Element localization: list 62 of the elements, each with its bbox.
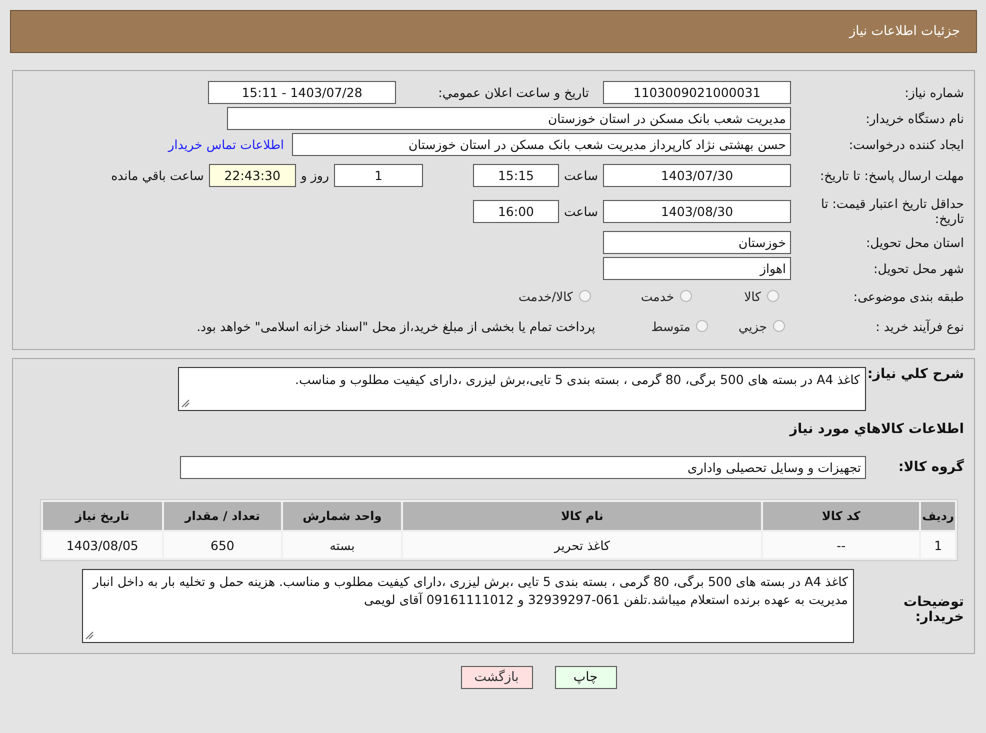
radio-button[interactable] [680, 290, 692, 302]
field-label: توضیحات خریدار: [902, 595, 965, 625]
radio-label: کالا/خدمت [518, 288, 573, 304]
field-label: حداقل تاریخ اعتبار قیمت: تا تاریخ: [820, 196, 965, 226]
text-field[interactable]: 1403/07/28 - 15:11 [208, 80, 396, 104]
field-label: ساعت [564, 168, 598, 182]
text-field[interactable]: 16:00 [472, 200, 559, 222]
table-cell: 650 [164, 532, 282, 558]
field-label: ایجاد کننده درخواست: [848, 136, 965, 152]
resize-grip-icon[interactable] [85, 631, 94, 640]
field-label: نام دستگاه خريدار: [864, 110, 965, 126]
text-field[interactable]: تجهیزات و وسایل تحصیلی واداری [180, 456, 866, 478]
resize-grip-icon[interactable] [181, 399, 190, 408]
process-note: پرداخت تمام یا بخشی از مبلغ خرید،از محل "اسناد خزانه اسلامی" خواهد بود. [196, 318, 596, 334]
radio-label: جزيي [738, 318, 767, 334]
radio-label: متوسط [651, 318, 690, 334]
field-label: ساعت باقي مانده [111, 168, 204, 182]
section-heading: اطلاعات کالاهاي مورد نیاز [790, 421, 965, 437]
column-header: نام کالا [403, 502, 762, 530]
text-field[interactable]: خوزستان [603, 230, 791, 254]
radio-button[interactable] [773, 320, 785, 332]
text-field[interactable]: 1403/08/30 [603, 200, 791, 222]
radio-label: کالا [744, 288, 761, 304]
field-label: طبقه بندی موضوعی: [852, 288, 965, 304]
field-label: نوع فرآیند خرید : [874, 318, 965, 334]
page-header: جزئیات اطلاعات نیاز [10, 10, 977, 53]
text-field[interactable]: 1 [334, 164, 423, 186]
table-cell: -- [763, 532, 920, 558]
text-field[interactable]: 22:43:30 [208, 164, 296, 186]
field-label: تاريخ و ساعت اعلان عمومي: [437, 84, 590, 100]
table-cell: 1 [921, 532, 955, 558]
text-field[interactable]: اهواز [603, 256, 791, 280]
text-field[interactable]: حسن بهشتی نژاد کارپرداز مدیریت شعب بانک مسکن در استان خوزستان [292, 132, 791, 156]
field-label: مهلت ارسال پاسخ: تا تاریخ: [818, 168, 965, 182]
field-label: روز و [300, 168, 329, 182]
table-cell: کاغذ تحریر [403, 532, 762, 558]
table-cell: بسته [283, 532, 402, 558]
text-field[interactable]: 1403/07/30 [603, 164, 791, 186]
field-label: شرح کلي نیاز: [866, 367, 965, 382]
field-label: شماره نیاز: [904, 84, 965, 100]
radio-label: خدمت [640, 288, 674, 304]
print-button[interactable]: چاپ [554, 666, 616, 689]
contact-link[interactable]: اطلاعات تماس خریدار [168, 136, 284, 152]
text-field[interactable]: مدیریت شعب بانک مسکن در استان خوزستان [227, 106, 791, 130]
notes-box[interactable]: کاغذ A4 در بسته های 500 برگی، 80 گرمی ، بسته بندی 5 تایی ،برش لیزری ،دارای کیفیت مطلوب و مناسب. هزینه حمل و تخلیه بار به داخل انبار مدیریت به عهده برنده استعلام میباشد.تلفن 061-32939297 و 09161111012 آقای لویمی [82, 569, 854, 643]
field-label: استان محل تحویل: [864, 234, 965, 250]
column-header: واحد شمارش [283, 502, 402, 530]
column-header: کد کالا [763, 502, 920, 530]
field-label: ساعت [564, 204, 598, 218]
column-header: ردیف [921, 502, 955, 530]
back-button[interactable]: بازگشت [460, 666, 532, 689]
radio-button[interactable] [767, 290, 779, 302]
text-field[interactable]: 1103009021000031 [603, 80, 791, 104]
table-cell: 1403/08/05 [43, 532, 162, 558]
column-header: تاریخ نیاز [43, 502, 162, 530]
text-field[interactable]: 15:15 [472, 164, 559, 186]
radio-button[interactable] [696, 320, 708, 332]
field-label: گروه کالا: [897, 460, 965, 474]
column-header: تعداد / مقدار [164, 502, 282, 530]
description-box[interactable]: کاغذ A4 در بسته های 500 برگی، 80 گرمی ، بسته بندی 5 تایی،برش لیزری ،دارای کیفیت مطلوب و مناسب. [178, 367, 866, 411]
radio-button[interactable] [578, 290, 591, 302]
field-label: شهر محل تحویل: [872, 260, 965, 276]
